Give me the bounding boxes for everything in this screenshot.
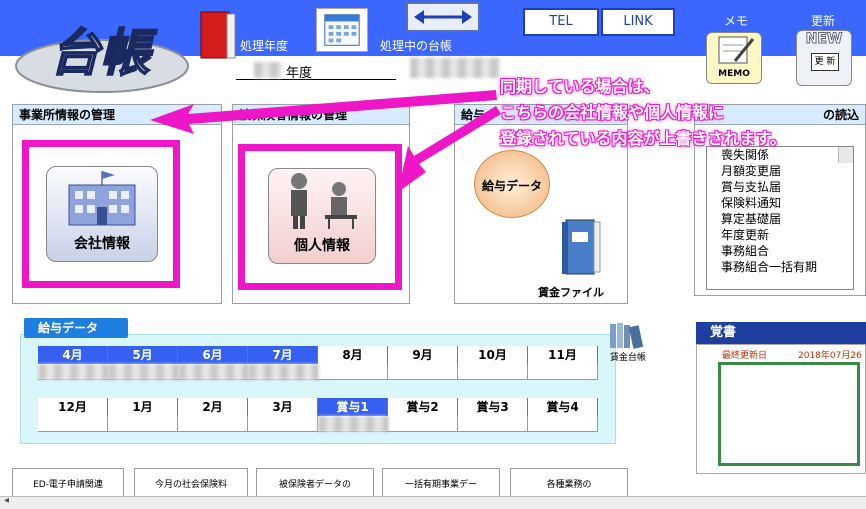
salary-data-button[interactable]: 給与データ: [474, 150, 550, 218]
month-cell[interactable]: 12月: [38, 398, 108, 416]
various-tasks-button[interactable]: 各種業務の: [510, 468, 628, 498]
link-button[interactable]: LINK: [601, 8, 675, 36]
year-value-redacted: [254, 62, 282, 78]
month-row-2: 12月 1月 2月 3月 賞与1 賞与2 賞与3 賞与4: [38, 398, 598, 416]
wage-ledger-icon[interactable]: [606, 320, 646, 350]
personal-info-button[interactable]: 個人情報: [268, 168, 376, 264]
month-cell[interactable]: 10月: [458, 346, 528, 364]
building-icon: [68, 171, 136, 226]
ledger-name-redacted: [410, 58, 500, 78]
month-cell[interactable]: 11月: [528, 346, 598, 364]
month-cell[interactable]: 6月: [178, 346, 248, 364]
insured-management-title: 被保険者情報の管理: [233, 105, 409, 125]
list-item[interactable]: 月額変更届: [707, 163, 853, 179]
callout-line-2: こちらの会社情報や個人情報に: [500, 103, 725, 122]
horizontal-scrollbar[interactable]: ◂: [0, 495, 866, 509]
tel-button[interactable]: TEL: [523, 8, 599, 36]
calendar-icon[interactable]: [316, 8, 368, 52]
bonus-cell[interactable]: 賞与4: [528, 398, 598, 416]
month-cell[interactable]: 5月: [108, 346, 178, 364]
month-cell[interactable]: 3月: [248, 398, 318, 416]
ledger-book-icon[interactable]: [197, 8, 237, 60]
binder-icon[interactable]: [556, 214, 608, 278]
logo-text: 台帳: [50, 24, 157, 82]
list-item[interactable]: 事務組合一括有期: [707, 259, 853, 275]
new-badge: NEW: [805, 31, 843, 48]
insured-data-button[interactable]: 被保険者データの: [256, 468, 374, 498]
redacted-value: [108, 364, 178, 380]
redacted-value: [318, 416, 388, 432]
import-list[interactable]: 喪失関係 月額変更届 賞与支払届 保険料通知 算定基礎届 年度更新 事務組合 事…: [706, 146, 854, 290]
people-icon: [291, 173, 357, 229]
redacted-value: [248, 364, 318, 380]
month-cell[interactable]: 8月: [318, 346, 388, 364]
scroll-left-icon[interactable]: ◂: [4, 495, 9, 506]
list-item[interactable]: 事務組合: [707, 243, 853, 259]
salary-data-tab[interactable]: 給与データ: [24, 318, 128, 338]
last-updated-label: 最終更新日: [722, 351, 768, 361]
wage-file-label: 賃金ファイル: [538, 286, 604, 299]
month-row-1: 4月 5月 6月 7月 8月 9月 10月 11月: [38, 346, 598, 364]
bonus-cell[interactable]: 賞与1: [318, 398, 388, 416]
list-item[interactable]: 年度更新: [707, 227, 853, 243]
pencil-note-icon: [718, 36, 755, 64]
e-filing-button[interactable]: ED-電子申請関連: [12, 468, 124, 498]
personal-info-label: 個人情報: [294, 238, 350, 254]
current-ledger-label: 処理中の台帳: [380, 39, 453, 53]
swap-ledger-button[interactable]: [406, 2, 480, 32]
callout-line-3: 登録されている内容が上書きされます。: [500, 129, 786, 148]
bonus-cell[interactable]: 賞与2: [388, 398, 458, 416]
monthly-insurance-button[interactable]: 今月の社会保険料: [134, 468, 248, 498]
update-icon-text: 更 新: [811, 53, 839, 71]
memo-panel-title: 覚書: [696, 322, 866, 344]
list-item[interactable]: 算定基礎届: [707, 211, 853, 227]
list-item[interactable]: 保険料通知: [707, 195, 853, 211]
list-item[interactable]: 賞与支払届: [707, 179, 853, 195]
update-label: 更新: [811, 14, 836, 28]
sync-callout: 同期している場合は、 こちらの会社情報や個人情報に 登録されている内容が上書きさ…: [500, 74, 866, 152]
wage-ledger-label: 賃金台帳: [610, 353, 647, 363]
double-arrow-icon: [414, 10, 472, 24]
month-cell[interactable]: 7月: [248, 346, 318, 364]
ledger-logo: 台帳: [15, 23, 189, 93]
processing-year-label: 処理年度: [240, 39, 289, 53]
salary-data-label: 給与データ: [481, 179, 542, 193]
callout-line-1: 同期している場合は、: [500, 77, 660, 96]
bonus-cell[interactable]: 賞与3: [458, 398, 528, 416]
month-cell[interactable]: 1月: [108, 398, 178, 416]
month-cell[interactable]: 2月: [178, 398, 248, 416]
redacted-value: [178, 364, 248, 380]
memo-textarea[interactable]: [718, 362, 860, 466]
memo-label: メモ: [724, 14, 749, 28]
company-info-label: 会社情報: [74, 236, 130, 252]
month-cell[interactable]: 9月: [388, 346, 458, 364]
redacted-value: [38, 364, 108, 380]
year-suffix: 年度: [286, 66, 313, 81]
company-info-button[interactable]: 会社情報: [46, 166, 158, 262]
bulk-term-data-button[interactable]: 一括有期事業デー: [382, 468, 500, 498]
month-cell[interactable]: 4月: [38, 346, 108, 364]
month-value-row-1: [38, 364, 598, 380]
month-value-row-2: [38, 416, 598, 432]
company-management-title: 事業所情報の管理: [13, 105, 221, 125]
